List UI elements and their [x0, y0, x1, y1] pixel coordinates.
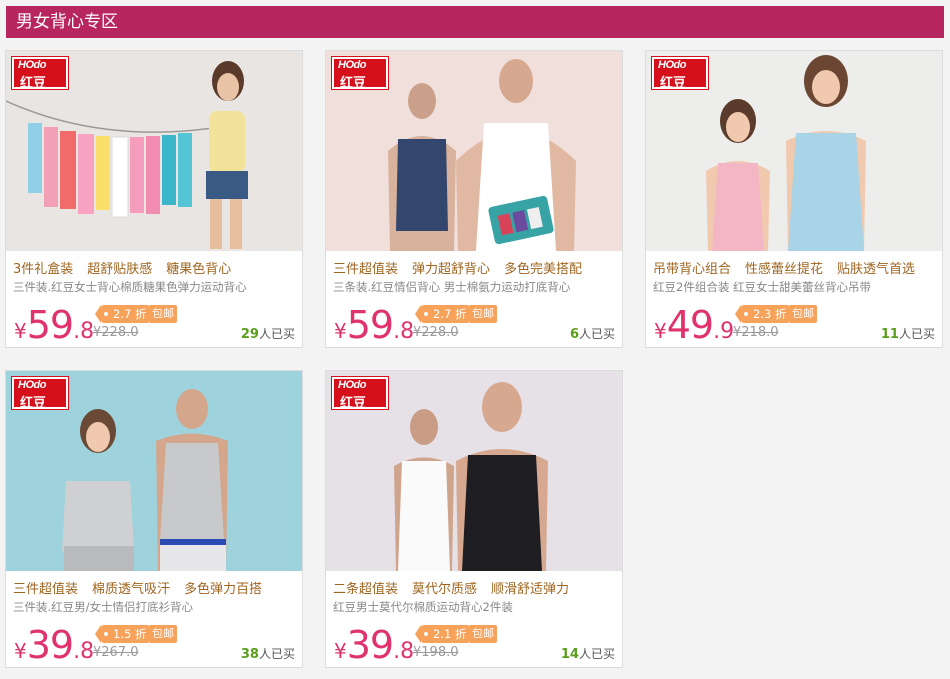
feature-tags[interactable]: 二条超值装 莫代尔质感 顺滑舒适弹力	[333, 578, 583, 597]
free-shipping-badge: 包邮	[789, 305, 817, 323]
feature-tag: 弹力超舒背心	[412, 262, 491, 277]
brand-logo: HOdo 红豆	[11, 376, 69, 411]
feature-tags[interactable]: 吊带背心组合 性感蕾丝提花 贴肤透气首选	[653, 258, 929, 277]
original-price: ¥198.0	[413, 645, 459, 660]
brand-logo: HOdo 红豆	[331, 56, 389, 91]
free-shipping-badge: 包邮	[469, 305, 497, 323]
discount-badge: 2.7 折	[94, 305, 151, 323]
product-description[interactable]: 红豆2件组合装 红豆女士甜美蕾丝背心吊带	[653, 279, 871, 295]
feature-tag: 性感蕾丝提花	[745, 262, 824, 277]
sale-price: ¥59.8	[14, 303, 95, 347]
feature-tags[interactable]: 三件超值装 棉质透气吸汗 多色弹力百搭	[13, 578, 276, 597]
feature-tags[interactable]: 三件超值装 弹力超舒背心 多色完美搭配	[333, 258, 596, 277]
sold-count: 14人已买	[560, 647, 615, 662]
original-price: ¥228.0	[93, 325, 139, 340]
feature-tag: 多色完美搭配	[504, 262, 583, 277]
original-price: ¥218.0	[733, 325, 779, 340]
original-price: ¥228.0	[413, 325, 459, 340]
feature-tag: 三件超值装	[333, 262, 399, 277]
discount-badge: 2.3 折	[734, 305, 791, 323]
section-title: 男女背心专区	[16, 12, 118, 32]
product-card[interactable]: HOdo 红豆 二条超值装 莫代尔质感 顺滑舒适弹力 红豆男士莫代尔棉质运动背心2件装…	[325, 370, 623, 668]
feature-tag: 3件礼盒装	[13, 262, 74, 277]
feature-tag: 糖果色背心	[166, 262, 232, 277]
free-shipping-badge: 包邮	[149, 625, 177, 643]
feature-tag: 三件超值装	[13, 582, 79, 597]
brand-logo: HOdo 红豆	[651, 56, 709, 91]
product-card[interactable]: HOdo 红豆 三件超值装 棉质透气吸汗 多色弹力百搭 三件装.红豆男/女士情侣打底衫…	[5, 370, 303, 668]
brand-logo: HOdo 红豆	[11, 56, 69, 91]
feature-tags[interactable]: 3件礼盒装 超舒贴肤感 糖果色背心	[13, 258, 245, 277]
discount-badge: 1.5 折	[94, 625, 151, 643]
product-description[interactable]: 三条装.红豆情侣背心 男士棉氨力运动打底背心	[333, 279, 570, 295]
feature-tag: 二条超值装	[333, 582, 399, 597]
feature-tag: 多色弹力百搭	[184, 582, 263, 597]
sale-price: ¥49.9	[654, 303, 735, 347]
product-image[interactable]: HOdo 红豆	[326, 371, 622, 571]
original-price: ¥267.0	[93, 645, 139, 660]
sale-price: ¥59.8	[334, 303, 415, 347]
sold-count: 6人已买	[569, 327, 615, 342]
product-image[interactable]: HOdo 红豆	[6, 51, 302, 251]
sold-count: 38人已买	[240, 647, 295, 662]
section-header: 男女背心专区	[6, 6, 944, 38]
product-card[interactable]: HOdo 红豆 3件礼盒装 超舒贴肤感 糖果色背心 三件装.红豆女士背心棉质糖果色弹力…	[5, 50, 303, 348]
feature-tag: 超舒贴肤感	[87, 262, 153, 277]
sold-count: 29人已买	[240, 327, 295, 342]
free-shipping-badge: 包邮	[469, 625, 497, 643]
product-description[interactable]: 三件装.红豆女士背心棉质糖果色弹力运动背心	[13, 279, 247, 295]
product-card[interactable]: HOdo 红豆 三件超值装 弹力超舒背心 多色完美搭配 三条装.红豆情侣背心 男士棉氨…	[325, 50, 623, 348]
discount-badge: 2.1 折	[414, 625, 471, 643]
feature-tag: 顺滑舒适弹力	[491, 582, 570, 597]
discount-badge: 2.7 折	[414, 305, 471, 323]
product-description[interactable]: 三件装.红豆男/女士情侣打底衫背心	[13, 599, 193, 615]
feature-tag: 吊带背心组合	[653, 262, 732, 277]
product-image[interactable]: HOdo 红豆	[646, 51, 942, 251]
sale-price: ¥39.8	[14, 623, 95, 667]
product-card[interactable]: HOdo 红豆 吊带背心组合 性感蕾丝提花 贴肤透气首选 红豆2件组合装 红豆女士甜美…	[645, 50, 943, 348]
sold-count: 11人已买	[880, 327, 935, 342]
product-image[interactable]: HOdo 红豆	[6, 371, 302, 571]
feature-tag: 贴肤透气首选	[837, 262, 916, 277]
sale-price: ¥39.8	[334, 623, 415, 667]
product-description[interactable]: 红豆男士莫代尔棉质运动背心2件装	[333, 599, 513, 615]
feature-tag: 棉质透气吸汗	[92, 582, 171, 597]
brand-logo: HOdo 红豆	[331, 376, 389, 411]
free-shipping-badge: 包邮	[149, 305, 177, 323]
feature-tag: 莫代尔质感	[412, 582, 478, 597]
product-image[interactable]: HOdo 红豆	[326, 51, 622, 251]
